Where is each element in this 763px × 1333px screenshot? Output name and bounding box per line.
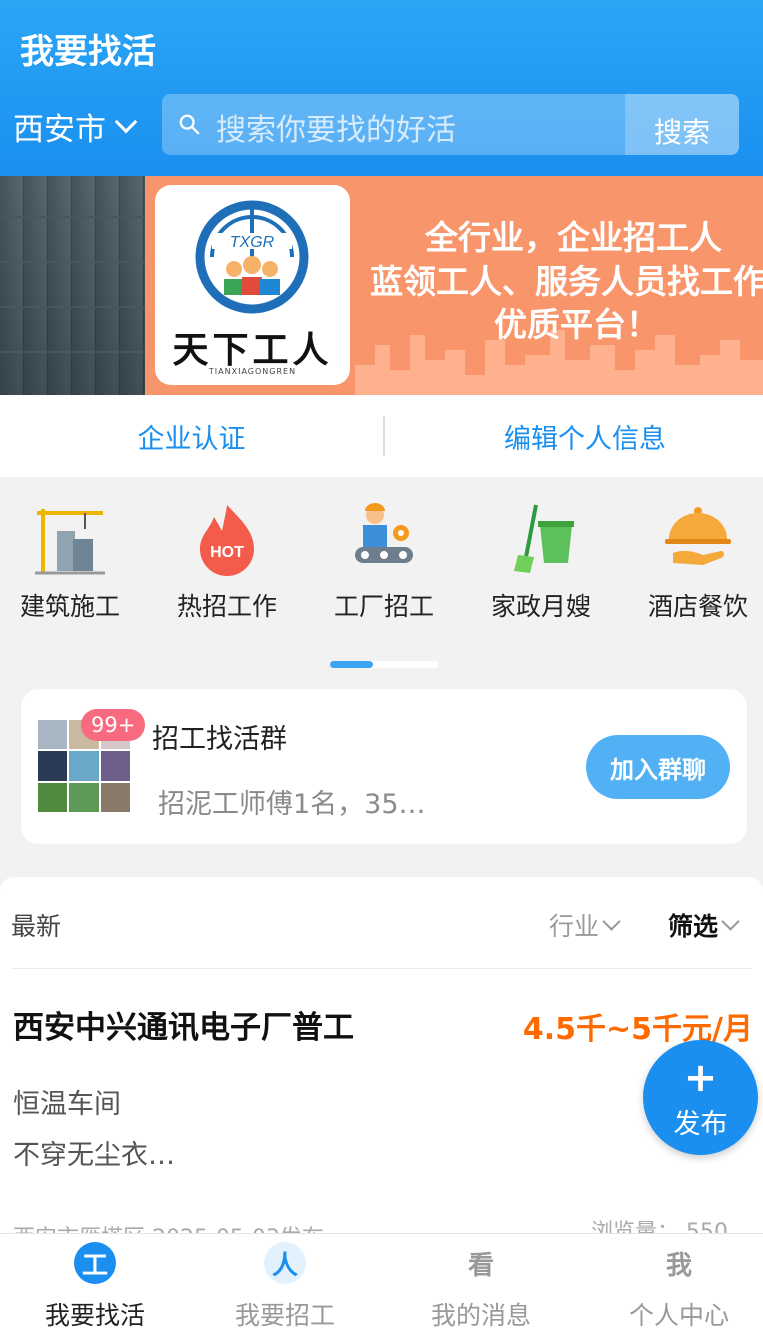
tab-hire[interactable]: 人 我要招工 — [190, 1234, 380, 1333]
carousel-indicator — [330, 661, 438, 668]
search-button[interactable]: 搜索 — [625, 94, 739, 155]
banner-tagline: 优质平台！ — [494, 305, 659, 344]
category-label: 热招工作 — [176, 592, 277, 621]
carousel-indicator-active — [330, 661, 373, 668]
banner-headline: 全行业，企业招工人 — [425, 218, 722, 257]
find-work-icon: 工 — [74, 1242, 116, 1284]
tab-messages[interactable]: 看 我的消息 — [386, 1234, 576, 1333]
dish-cloche-icon — [665, 507, 731, 565]
brand-logo: TXGR 天下工人 TIANXIAGONGREN — [155, 185, 350, 385]
tab-profile[interactable]: 我 个人中心 — [584, 1234, 763, 1333]
search-bar[interactable]: 搜索你要找的好活 搜索 — [162, 94, 739, 155]
crane-building-icon — [35, 509, 105, 575]
category-label: 家政月嫂 — [490, 592, 591, 621]
chevron-down-icon — [721, 911, 740, 931]
top-header: 我要找活 西安市 搜索你要找的好活 搜索 — [0, 0, 763, 176]
group-last-message: 招泥工师傅1名，35… — [158, 789, 426, 820]
profile-icon: 我 — [665, 1250, 692, 1281]
building-image — [0, 176, 145, 395]
job-description: 恒温车间 — [13, 1089, 121, 1120]
job-salary: 4.5千~5千元/月 — [522, 1012, 753, 1047]
logo-subtitle: TIANXIAGONGREN — [208, 367, 297, 376]
plus-icon: + — [683, 1055, 718, 1101]
category-grid: 建筑施工 HOT 热招工作 工厂招工 家政月嫂 酒店餐饮 — [0, 477, 763, 677]
factory-worker-icon — [355, 503, 413, 563]
job-list: 最新 行业 筛选 西安中兴通讯电子厂普工 4.5千~5千元/月 恒温车间 不穿无… — [0, 877, 763, 1251]
job-title: 西安中兴通讯电子厂普工 — [13, 1010, 354, 1046]
enterprise-verify-link[interactable]: 企业认证 — [0, 395, 383, 477]
publish-button[interactable]: + 发布 — [643, 1040, 758, 1155]
category-label: 建筑施工 — [19, 592, 120, 621]
search-input[interactable]: 搜索你要找的好活 — [216, 105, 456, 149]
filter-dropdown[interactable]: 筛选 — [668, 907, 740, 943]
search-icon — [179, 114, 200, 135]
tab-label: 个人中心 — [628, 1301, 729, 1330]
tab-label: 我要招工 — [234, 1301, 335, 1330]
group-chat-card[interactable]: 99+ 招工找活群 招泥工师傅1名，35… 加入群聊 — [21, 689, 747, 844]
edit-profile-link[interactable]: 编辑个人信息 — [385, 395, 763, 477]
tab-latest[interactable]: 最新 — [11, 907, 61, 943]
industry-filter-label: 行业 — [549, 912, 600, 941]
broom-bucket-icon — [514, 504, 574, 573]
promo-banner[interactable]: TXGR 天下工人 TIANXIAGONGREN 全行业，企业招工人 蓝领工人、… — [0, 176, 763, 395]
category-label: 酒店餐饮 — [647, 592, 748, 621]
join-group-button[interactable]: 加入群聊 — [586, 735, 730, 799]
category-label: 工厂招工 — [333, 592, 434, 621]
industry-filter[interactable]: 行业 — [549, 907, 621, 943]
quick-actions: 企业认证 编辑个人信息 — [0, 395, 763, 477]
messages-icon: 看 — [467, 1250, 494, 1281]
globe-logo-icon: TXGR — [195, 200, 309, 314]
publish-label: 发布 — [673, 1109, 728, 1140]
tab-find-work[interactable]: 工 我要找活 — [0, 1234, 190, 1333]
logo-name: 天下工人 — [172, 329, 333, 371]
tab-label: 我的消息 — [430, 1301, 531, 1330]
svg-text:HOT: HOT — [210, 544, 244, 561]
city-selector[interactable]: 西安市 — [13, 104, 138, 149]
chevron-down-icon — [602, 911, 621, 931]
chevron-down-icon — [114, 110, 138, 133]
tab-label: 我要找活 — [44, 1301, 145, 1330]
job-description: 不穿无尘衣… — [13, 1140, 175, 1171]
city-label: 西安市 — [13, 112, 106, 148]
bottom-tab-bar: 工 我要找活 人 我要招工 看 我的消息 我 个人中心 — [0, 1233, 763, 1333]
logo-abbr: TXGR — [230, 234, 275, 251]
divider — [11, 968, 752, 969]
unread-badge: 99+ — [81, 709, 146, 741]
hot-flame-icon: HOT — [200, 505, 254, 576]
banner-subline: 蓝领工人、服务人员找工作 — [370, 262, 763, 301]
hire-icon: 人 — [264, 1242, 306, 1284]
group-title: 招工找活群 — [152, 724, 287, 755]
page-title: 我要找活 — [20, 32, 156, 72]
filter-label: 筛选 — [668, 912, 719, 941]
